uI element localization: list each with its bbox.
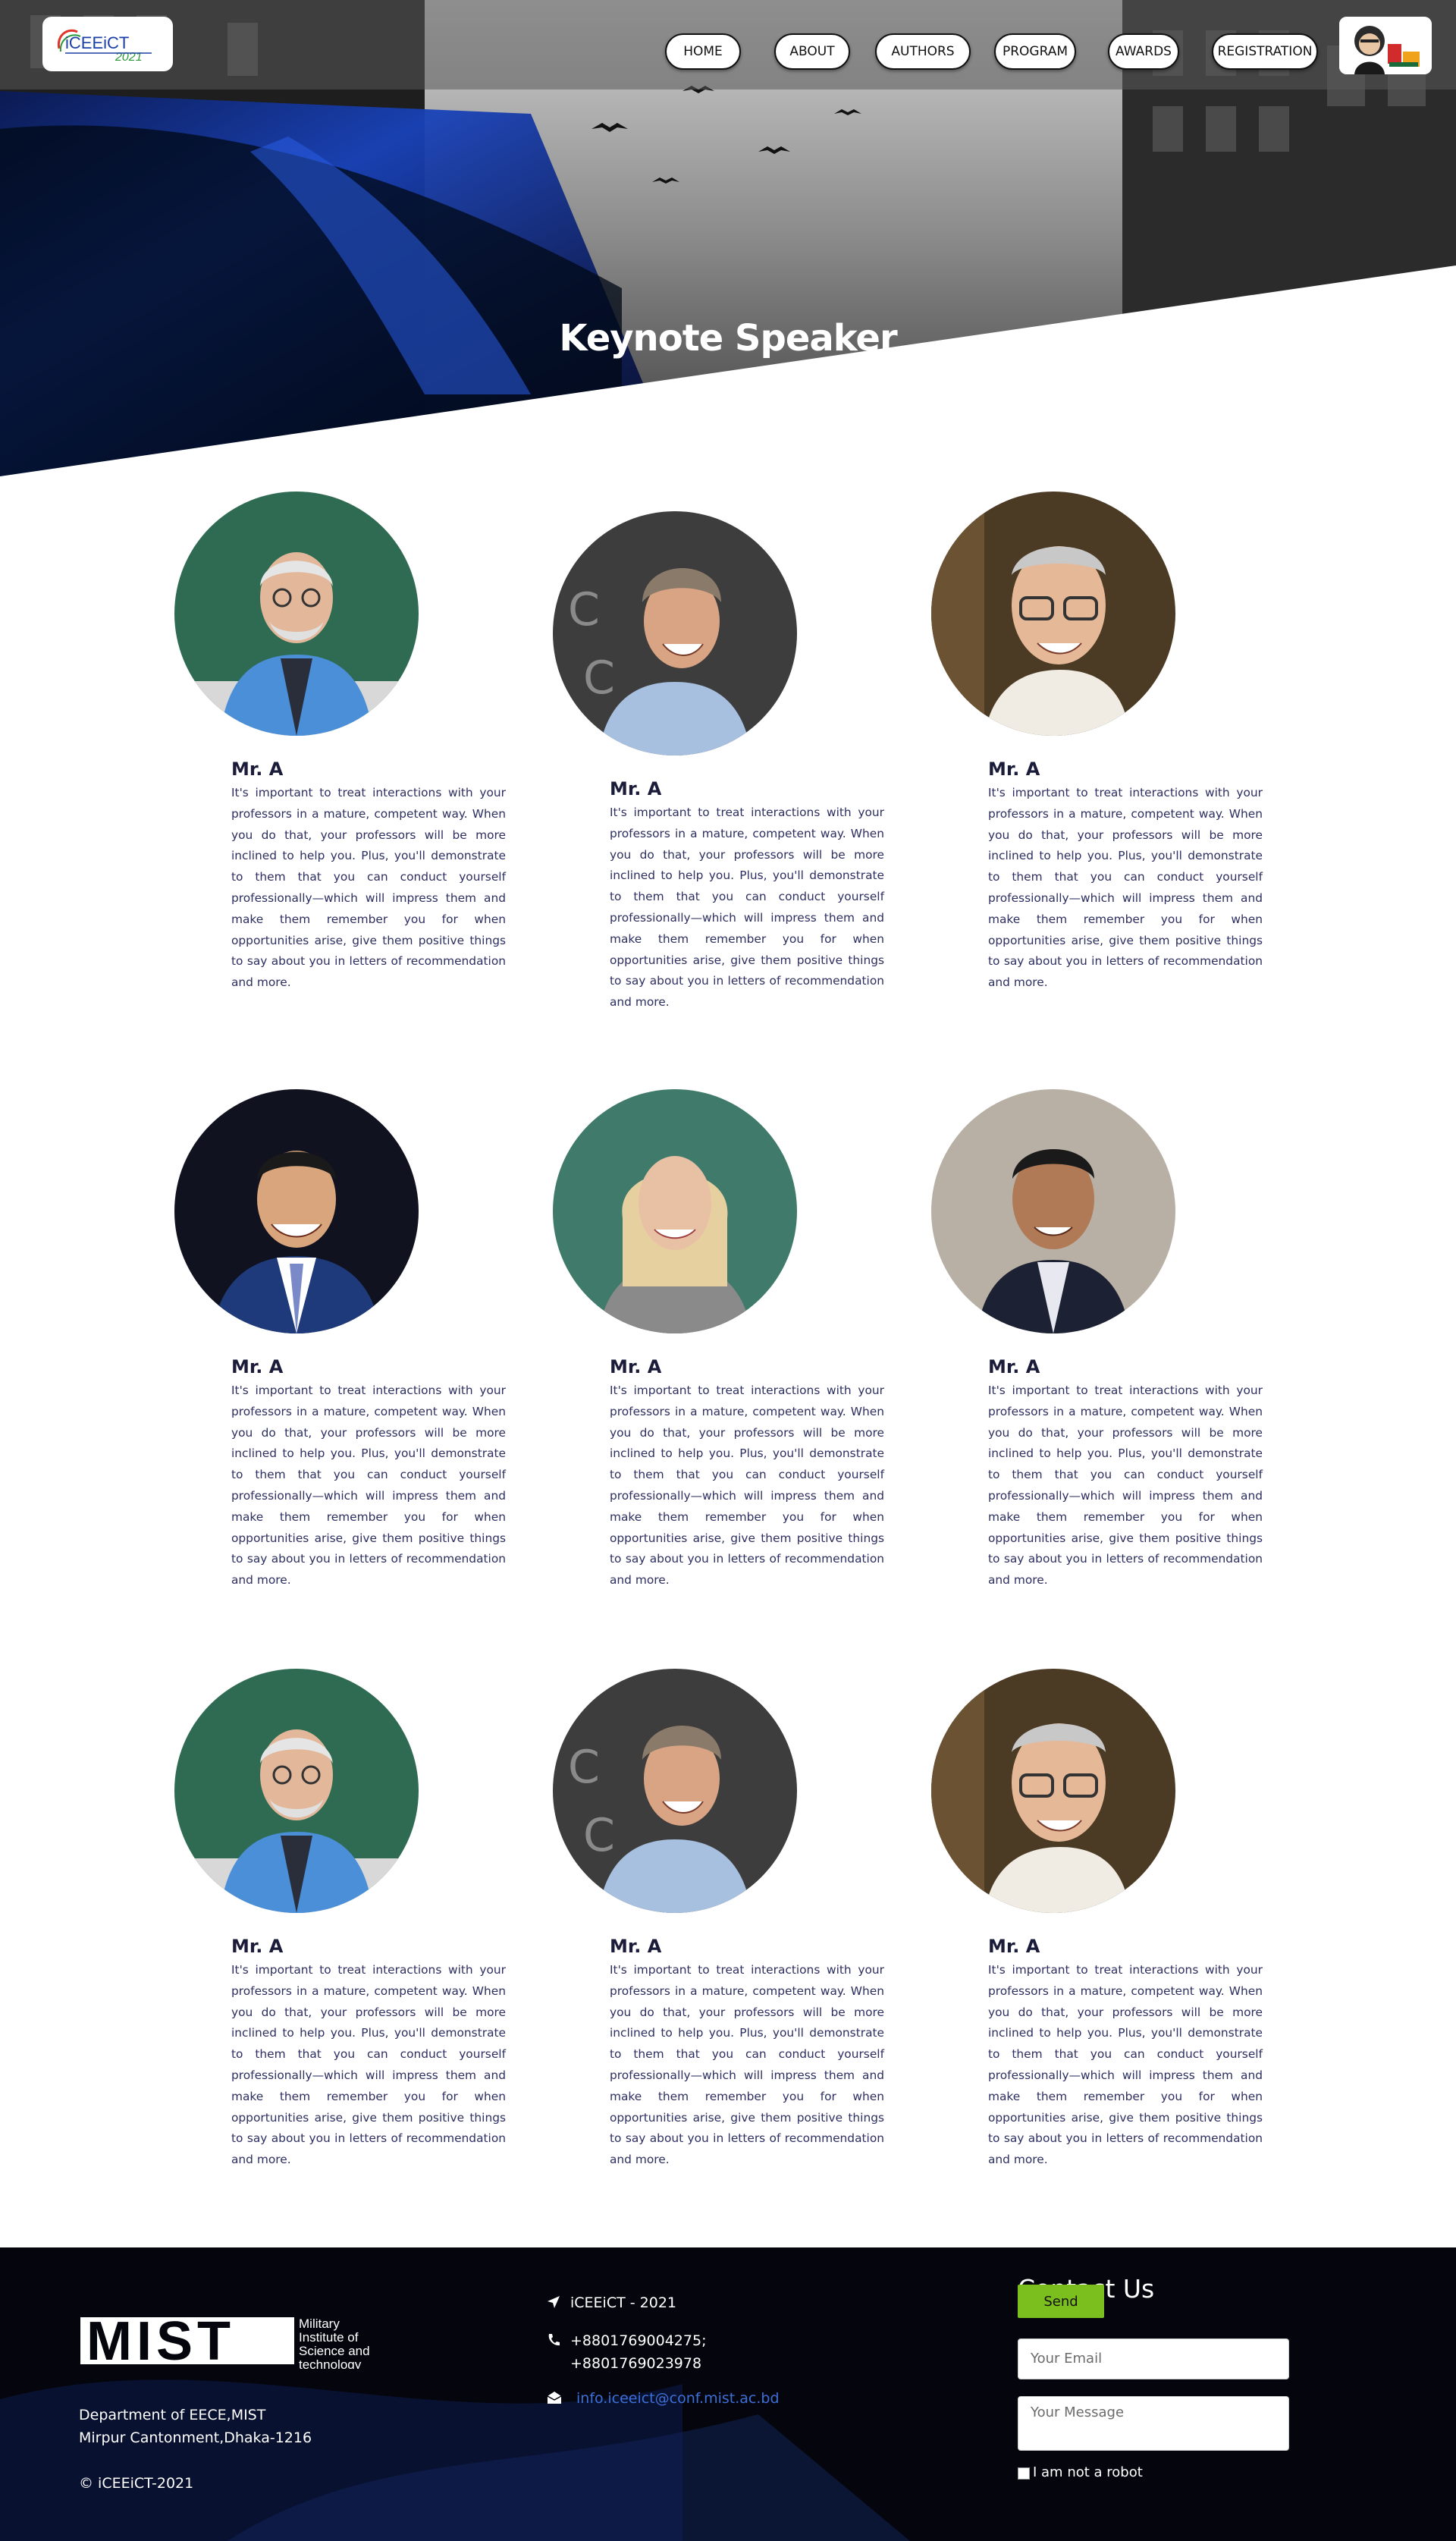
email-input[interactable]: Your Email xyxy=(1018,2338,1289,2379)
speaker-bio: It's important to treat interactions wit… xyxy=(610,1963,884,2167)
speaker-card: Mr. A It's important to treat interactio… xyxy=(553,1089,884,1620)
site-footer: MIST Military Institute of Science and t… xyxy=(0,2247,1456,2541)
speaker-photo xyxy=(931,1089,1175,1333)
speaker-bio: It's important to treat interactions wit… xyxy=(610,806,884,1010)
mist-logo: MIST Military Institute of Science and t… xyxy=(80,2311,370,2369)
speaker-card: Mr. A It's important to treat interactio… xyxy=(174,1089,506,1620)
speaker-bio: It's important to treat interactions wit… xyxy=(231,1384,506,1588)
main-nav: HOME ABOUT AUTHORS PROGRAM AWARDS REGIST… xyxy=(0,33,1456,71)
speaker-name: Mr. A xyxy=(231,759,284,780)
captcha-checkbox[interactable] xyxy=(1018,2467,1030,2480)
speaker-name: Mr. A xyxy=(988,759,1040,780)
message-textarea[interactable]: Your Message xyxy=(1018,2396,1289,2451)
svg-text:C: C xyxy=(568,583,600,636)
speaker-bio: It's important to treat interactions wit… xyxy=(231,786,506,990)
mist-tagline-2: Institute of xyxy=(299,2330,359,2345)
speaker-name: Mr. A xyxy=(231,1356,284,1377)
speaker-card: Mr. A It's important to treat interactio… xyxy=(931,492,1263,1022)
speaker-photo: C C xyxy=(553,1669,797,1913)
captcha-label: I am not a robot xyxy=(1033,2464,1143,2480)
mist-tagline-1: Military xyxy=(299,2316,340,2331)
phone-icon xyxy=(548,2334,560,2346)
email-link[interactable]: info.iceeict@conf.mist.ac.bd xyxy=(576,2390,780,2407)
svg-text:C: C xyxy=(583,1809,615,1862)
mujib-badge[interactable] xyxy=(1339,17,1432,74)
nav-authors[interactable]: AUTHORS xyxy=(875,33,971,70)
top-navbar: iCEEiCT 2021 HOME ABOUT AUTHORS PROGRAM … xyxy=(0,0,1456,90)
speaker-card: C C Mr. A It's important to treat intera… xyxy=(553,1669,884,2200)
phone-2[interactable]: +8801769023978 xyxy=(570,2355,701,2372)
speaker-card: Mr. A It's important to treat interactio… xyxy=(174,1669,506,2200)
conference-name: iCEEiCT - 2021 xyxy=(570,2294,676,2311)
nav-home[interactable]: HOME xyxy=(665,33,741,70)
envelope-icon xyxy=(547,2392,562,2404)
speaker-card: C C Mr. A It's important to treat intera… xyxy=(553,511,884,1042)
speaker-name: Mr. A xyxy=(988,1356,1040,1377)
mujib-portrait-icon xyxy=(1339,17,1432,74)
speaker-card: Mr. A It's important to treat interactio… xyxy=(931,1089,1263,1620)
mist-tagline-3: Science and xyxy=(299,2344,370,2358)
speaker-photo xyxy=(174,1089,419,1333)
address-line-1: Department of EECE,MIST xyxy=(79,2407,266,2423)
speaker-bio: It's important to treat interactions wit… xyxy=(610,1384,884,1588)
speaker-name: Mr. A xyxy=(610,1356,662,1377)
address-line-2: Mirpur Cantonment,Dhaka-1216 xyxy=(79,2429,312,2446)
mist-wordmark: MIST xyxy=(86,2311,235,2369)
phone-1[interactable]: +8801769004275; xyxy=(570,2332,706,2349)
nav-program[interactable]: PROGRAM xyxy=(994,33,1076,70)
speaker-photo xyxy=(174,492,419,736)
speaker-card: Mr. A It's important to treat interactio… xyxy=(931,1669,1263,2200)
speaker-bio: It's important to treat interactions wit… xyxy=(988,786,1263,990)
svg-text:C: C xyxy=(568,1741,600,1794)
speaker-bio: It's important to treat interactions wit… xyxy=(231,1963,506,2167)
speaker-photo xyxy=(931,1669,1175,1913)
speaker-photo xyxy=(174,1669,419,1913)
send-button[interactable]: Send xyxy=(1018,2285,1104,2318)
speaker-bio: It's important to treat interactions wit… xyxy=(988,1963,1263,2167)
mist-tagline-4: technology xyxy=(299,2357,362,2369)
speaker-photo: C C xyxy=(553,511,797,755)
speaker-name: Mr. A xyxy=(988,1936,1040,1957)
location-arrow-icon xyxy=(548,2296,560,2308)
speaker-photo xyxy=(553,1089,797,1333)
copyright: © iCEEiCT-2021 xyxy=(79,2475,194,2492)
speaker-name: Mr. A xyxy=(610,778,662,799)
speaker-card: Mr. A It's important to treat interactio… xyxy=(174,492,506,1022)
nav-about[interactable]: ABOUT xyxy=(774,33,850,70)
nav-registration[interactable]: REGISTRATION xyxy=(1212,33,1318,70)
speaker-bio: It's important to treat interactions wit… xyxy=(988,1384,1263,1588)
speaker-photo xyxy=(931,492,1175,736)
page-title: Keynote Speaker xyxy=(559,317,897,360)
svg-text:C: C xyxy=(583,652,615,705)
speaker-name: Mr. A xyxy=(231,1936,284,1957)
speaker-name: Mr. A xyxy=(610,1936,662,1957)
nav-awards[interactable]: AWARDS xyxy=(1108,33,1179,70)
